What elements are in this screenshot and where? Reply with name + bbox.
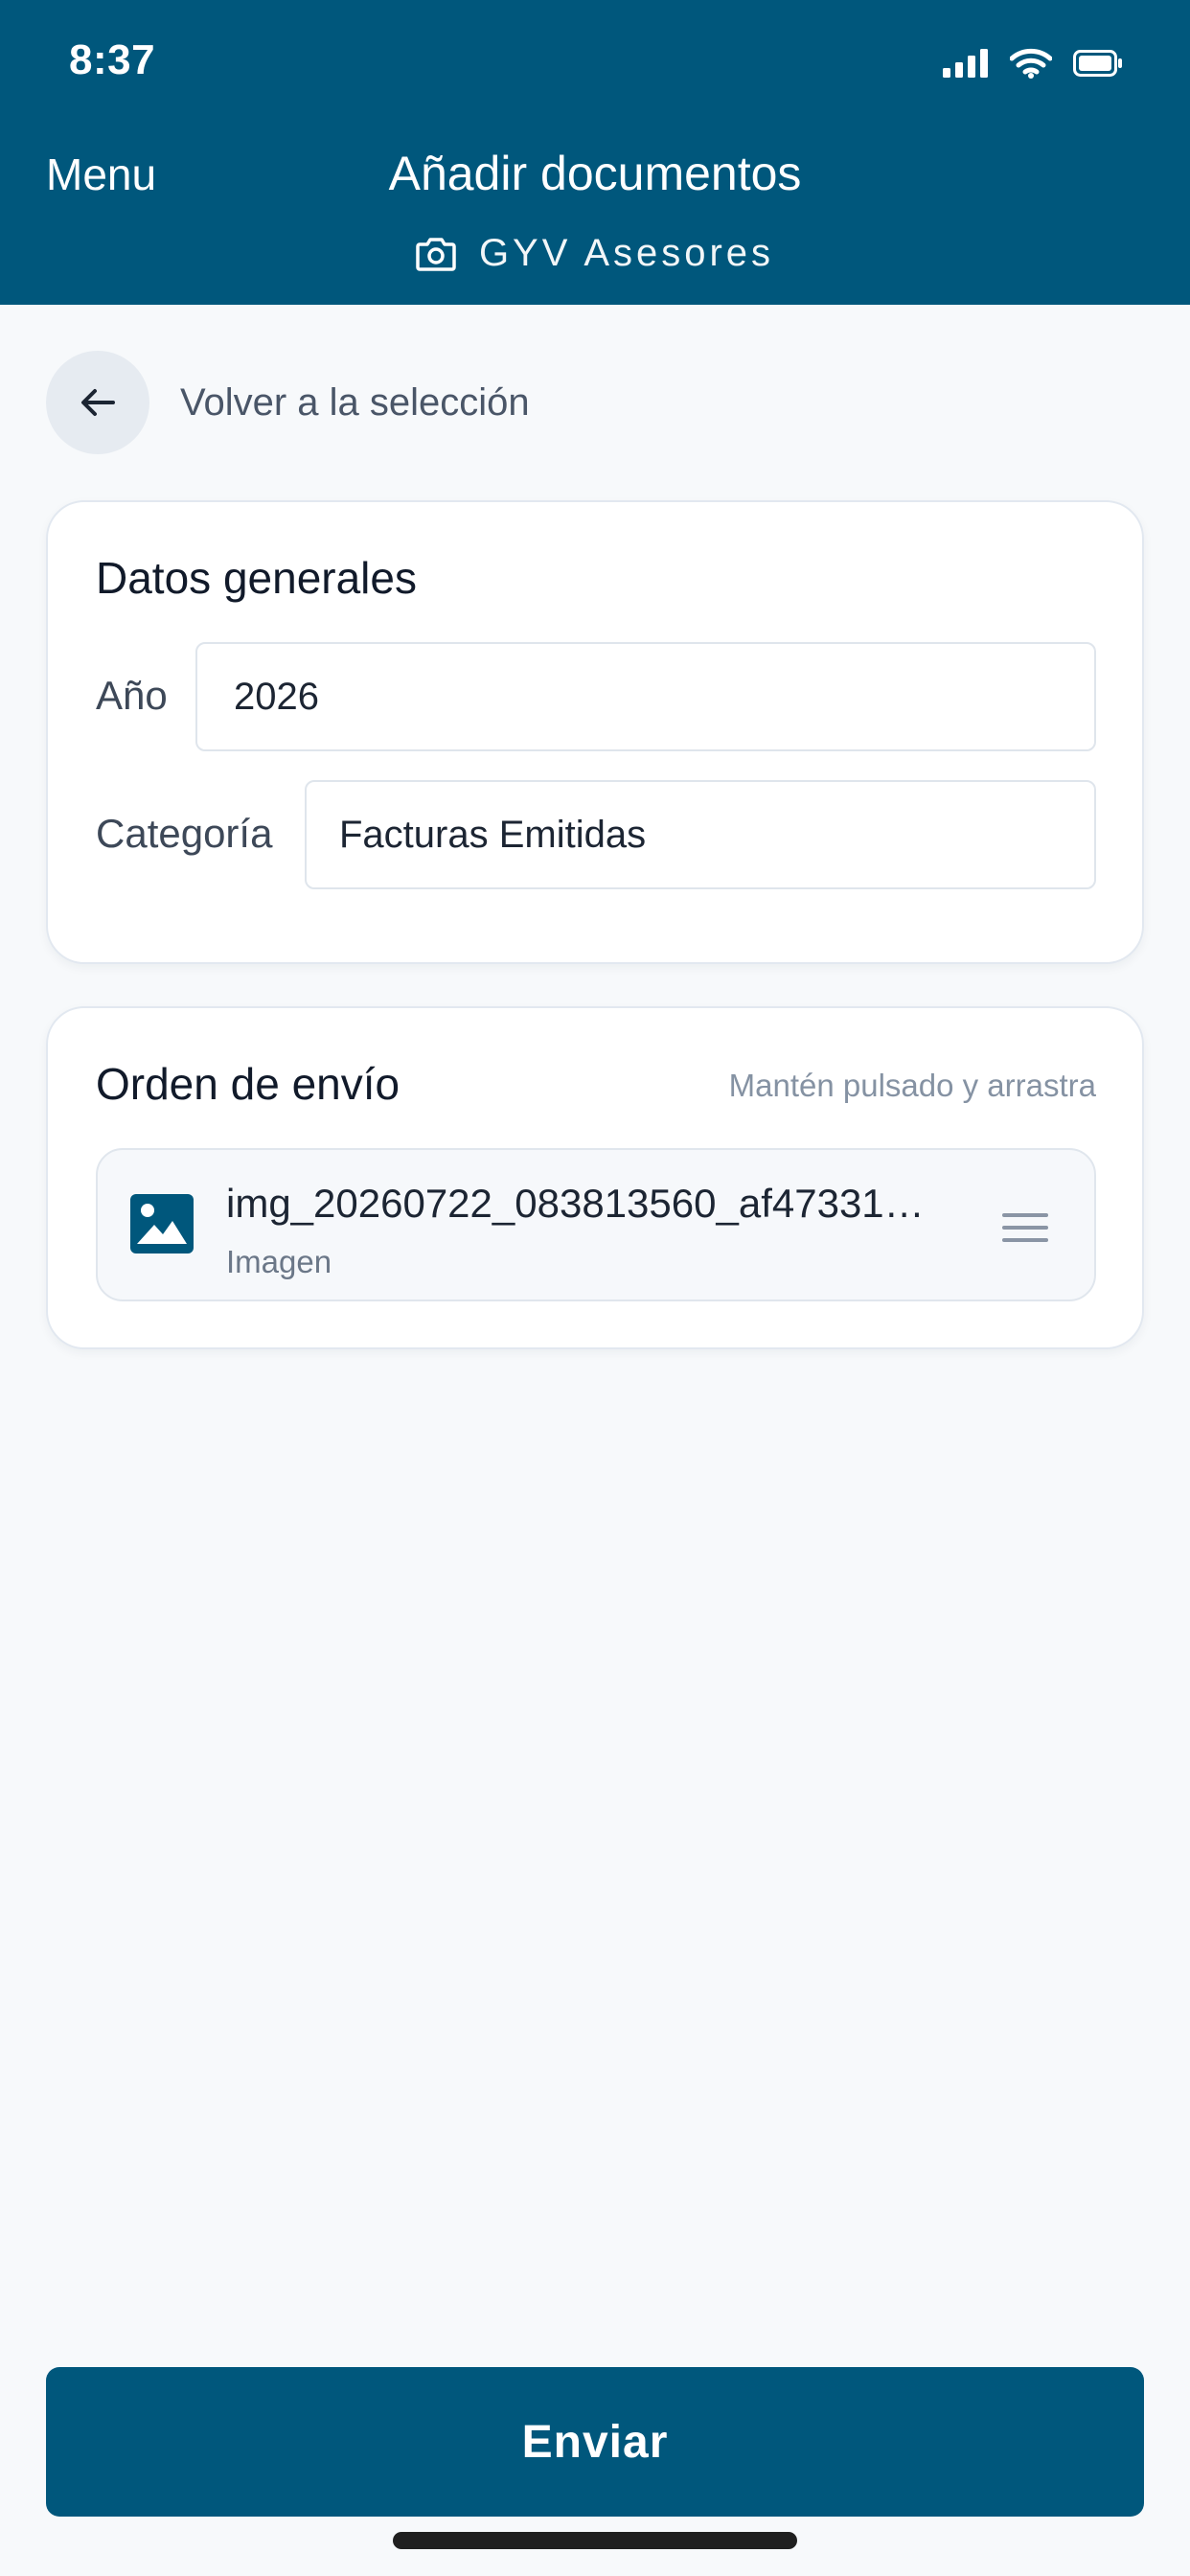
back-label[interactable]: Volver a la selección	[180, 381, 530, 425]
file-name: img_20260722_083813560_af47331…	[226, 1181, 925, 1226]
company-selector[interactable]: GYV Asesores	[0, 232, 1190, 275]
file-item[interactable]: img_20260722_083813560_af47331… Imagen	[96, 1148, 1096, 1301]
status-time: 8:37	[69, 36, 156, 83]
category-field[interactable]: Facturas Emitidas	[305, 780, 1096, 889]
send-order-card: Orden de envío Mantén pulsado y arrastra…	[46, 1006, 1144, 1349]
reorder-hint: Mantén pulsado y arrastra	[728, 1068, 1096, 1103]
general-data-title: Datos generales	[96, 553, 417, 603]
year-label: Año	[96, 673, 168, 718]
category-label: Categoría	[96, 811, 273, 856]
home-indicator	[393, 2532, 797, 2549]
image-icon	[130, 1194, 194, 1254]
status-icons	[943, 48, 1123, 79]
send-order-title: Orden de envío	[96, 1059, 400, 1109]
screen: 8:37 Menu Añadir documentos GYV Asesores…	[0, 0, 1190, 2576]
app-header: 8:37 Menu Añadir documentos GYV Asesores	[0, 0, 1190, 305]
signal-icon	[943, 49, 988, 78]
arrow-left-icon	[81, 389, 115, 416]
wifi-icon	[1010, 48, 1052, 79]
camera-icon	[416, 237, 456, 271]
company-name: GYV Asesores	[478, 232, 775, 274]
back-to-selection[interactable]: Volver a la selección	[46, 351, 530, 454]
year-field[interactable]: 2026	[195, 642, 1096, 751]
drag-handle-icon[interactable]	[1002, 1211, 1048, 1244]
send-button[interactable]: Enviar	[46, 2367, 1144, 2517]
back-button[interactable]	[46, 351, 149, 454]
battery-icon	[1073, 50, 1122, 77]
general-data-card: Datos generales Año 2026 Categoría Factu…	[46, 500, 1144, 964]
page-title: Añadir documentos	[388, 147, 802, 200]
file-type: Imagen	[226, 1244, 332, 1279]
